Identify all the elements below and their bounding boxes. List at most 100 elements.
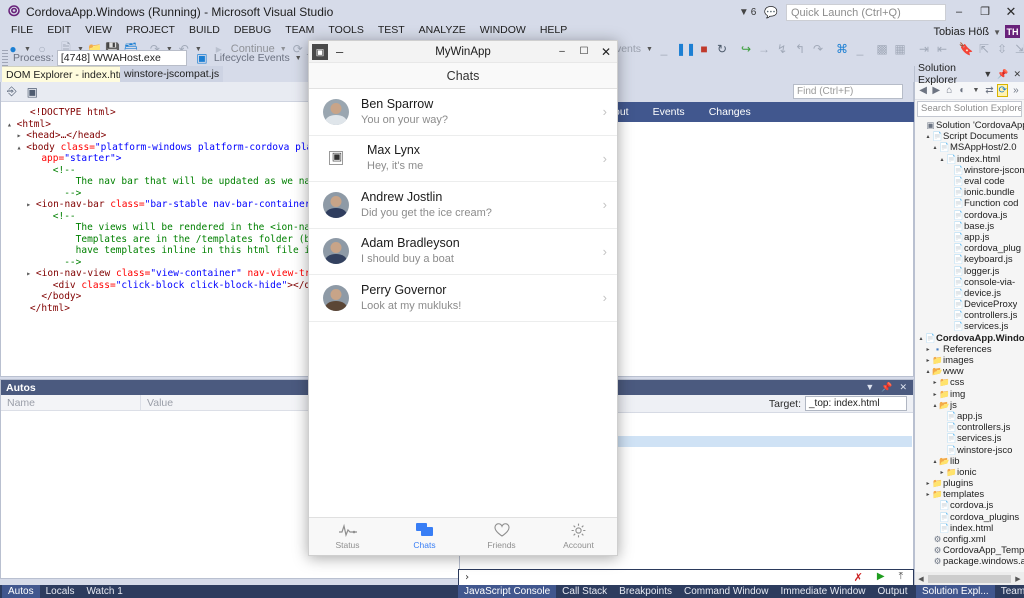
scroll-right-icon[interactable]: ▶ [1012,575,1024,583]
tree-item[interactable]: 📄 Function cod [915,198,1024,209]
expand-icon[interactable]: ▸ [7,131,26,140]
tree-item[interactable]: 📄 app.js [915,411,1024,422]
pin-icon[interactable]: 📌 [997,69,1008,80]
tree-item[interactable]: 📄 app.js [915,232,1024,243]
tree-item[interactable]: ▸ 📁 templates [915,489,1024,500]
app-maximize-button[interactable]: ☐ [573,46,595,57]
expand-icon[interactable]: ▸ [931,379,939,386]
menu-item-debug[interactable]: DEBUG [227,22,278,37]
clear-console-icon[interactable]: ✗ [854,571,863,584]
bottom-tab-command-window[interactable]: Command Window [678,585,774,598]
expand-icon[interactable]: ▸ [931,391,939,398]
app-minimize-button[interactable]: – [551,46,573,57]
collapse-icon[interactable]: ▴ [924,368,932,375]
lifecycle-events-icon[interactable]: ▣ [193,48,211,68]
tree-item[interactable]: 📄 cordova_plugins [915,512,1024,523]
tree-item[interactable]: 📄 ionic.bundle [915,187,1024,198]
list-item[interactable]: Andrew Jostlin Did you get the ice cream?… [309,182,617,229]
collapse-icon[interactable]: ▴ [924,133,932,140]
tree-item[interactable]: ⚙ package.windows.a [915,556,1024,567]
menu-item-build[interactable]: BUILD [182,22,227,37]
app-tab-account[interactable]: Account [540,518,617,555]
forward-icon[interactable]: ▶ [931,85,941,96]
chevron-down-icon[interactable]: ▼ [293,55,304,62]
menu-item-tools[interactable]: TOOLS [321,22,370,37]
close-icon[interactable]: ✕ [899,382,907,393]
list-item[interactable]: Adam Bradleyson I should buy a boat › [309,228,617,275]
close-icon[interactable]: ✕ [1013,69,1021,80]
tree-item[interactable]: ▴ 📄 MSAppHost/2.0 [915,142,1024,153]
tree-item[interactable]: 📄 console-via- [915,277,1024,288]
target-select[interactable]: _top: index.html [805,396,907,411]
tree-item[interactable]: ▸ 📁 css [915,377,1024,388]
tree-item[interactable]: ▴ 📄 Script Documents [915,131,1024,142]
tree-item[interactable]: 📄 eval code [915,176,1024,187]
list-item[interactable]: Max Lynx Hey, it's me › [309,135,617,182]
menu-item-project[interactable]: PROJECT [119,22,182,37]
collapse-icon[interactable]: ▴ [931,458,939,465]
run-icon[interactable]: ▶ [877,571,885,584]
sync-icon[interactable]: ⇄ [984,85,994,96]
overflow-icon[interactable]: » [1011,85,1021,96]
tree-item[interactable]: 📄 cordova.js [915,210,1024,221]
expand-icon[interactable]: ▸ [924,491,932,498]
tree-item[interactable]: 📄 winstore-jscom [915,165,1024,176]
collapse-icon[interactable]: ▴ [7,120,17,129]
refresh-icon[interactable]: ⟳ [997,84,1008,97]
menu-item-file[interactable]: FILE [4,22,40,37]
javascript-console-input[interactable]: › ✗ ▶ ⤒ [458,569,914,585]
tree-item[interactable]: 📄 cordova.js [915,500,1024,511]
expand-icon[interactable]: ▸ [924,480,932,487]
tree-item[interactable]: 📄 index.html [915,523,1024,534]
tree-item[interactable]: ▴ 📂 lib [915,456,1024,467]
menu-item-test[interactable]: TEST [371,22,412,37]
tree-item[interactable]: ▴ 📄 index.html [915,154,1024,165]
collapse-icon[interactable]: ▴ [931,402,939,409]
tree-item[interactable]: 📄 keyboard.js [915,254,1024,265]
chevron-down-icon[interactable]: ▼ [970,87,981,94]
tree-item[interactable]: 📄 services.js [915,321,1024,332]
menu-item-team[interactable]: TEAM [278,22,321,37]
menu-item-edit[interactable]: EDIT [40,22,78,37]
expand-icon[interactable]: ▸ [938,469,946,476]
bottom-tab-breakpoints[interactable]: Breakpoints [613,585,678,598]
tree-item[interactable]: ▸ 📁 img [915,389,1024,400]
tree-item[interactable]: ⚙ config.xml [915,534,1024,545]
bottom-tab-team-explorer[interactable]: Team Explorer [995,585,1024,598]
app-tab-status[interactable]: Status [309,518,386,555]
minimize-button[interactable]: – [946,2,972,22]
expand-icon[interactable]: ▸ [7,200,36,209]
tree-item[interactable]: ▴📄CordovaApp.Windows [915,333,1024,344]
chevron-down-icon[interactable]: ▼ [983,69,992,80]
scrollbar-thumb[interactable] [928,574,1011,583]
expand-icon[interactable]: ▸ [924,357,932,364]
tab-winstore-jscompat[interactable]: winstore-jscompat.js [120,66,224,82]
process-select[interactable]: [4748] WWAHost.exe [56,50,187,66]
tree-item[interactable]: 📄 device.js [915,288,1024,299]
bottom-tab-autos[interactable]: Autos [2,585,40,598]
bottom-tab-watch-1[interactable]: Watch 1 [80,585,128,598]
tree-item[interactable]: 📄 winstore-jsco [915,444,1024,456]
close-button[interactable]: ✕ [998,2,1024,22]
tree-item[interactable]: 📄 controllers.js [915,422,1024,433]
list-item[interactable]: Perry Governor Look at my mukluks! › [309,275,617,322]
notifications-flag-icon[interactable]: ▼ [739,7,749,18]
pending-changes-icon[interactable]: ◐ [957,85,967,96]
scroll-left-icon[interactable]: ◀ [915,575,927,583]
search-solution-explorer-input[interactable]: Search Solution Explorer ( [917,101,1022,117]
tree-item[interactable]: ▴ 📂 www [915,366,1024,377]
tree-item[interactable]: 📄 controllers.js [915,310,1024,321]
app-tab-chats[interactable]: Chats [386,518,463,555]
restore-button[interactable]: ❐ [972,2,998,22]
expand-icon[interactable]: ▸ [924,346,932,353]
menu-item-help[interactable]: HELP [533,22,574,37]
tree-item[interactable]: ▸ 📁 plugins [915,478,1024,489]
tree-item[interactable]: ▴ 📂 js [915,400,1024,411]
menu-item-analyze[interactable]: ANALYZE [412,22,473,37]
collapse-icon[interactable]: ▴ [917,335,925,342]
select-element-icon[interactable]: ⎆ [7,84,17,99]
collapse-icon[interactable]: ▴ [7,143,26,152]
home-icon[interactable]: ⌂ [944,85,954,96]
app-close-button[interactable]: ✕ [595,45,617,59]
collapse-icon[interactable]: ⤒ [899,571,903,584]
